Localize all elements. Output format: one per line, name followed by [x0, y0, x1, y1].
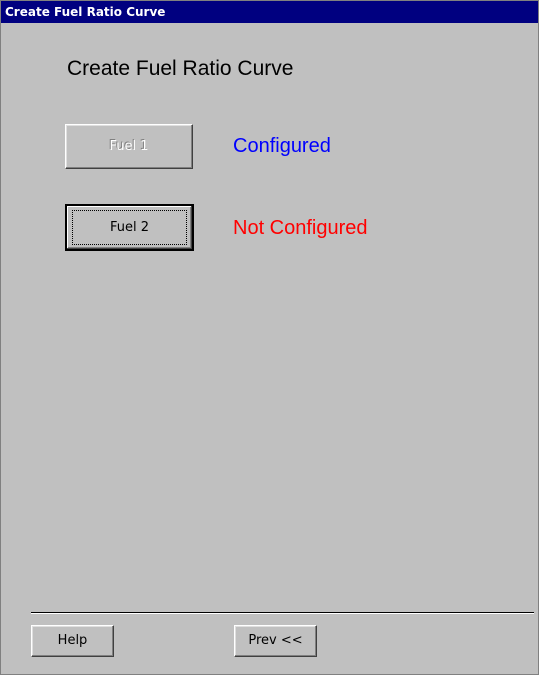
- fuel-2-status: Not Configured: [233, 217, 368, 239]
- fuel-1-button[interactable]: Fuel 1: [65, 124, 193, 169]
- dialog-window: Create Fuel Ratio Curve Create Fuel Rati…: [0, 0, 539, 675]
- dialog-body: Create Fuel Ratio Curve Fuel 1 Configure…: [1, 23, 538, 674]
- fuel-2-button[interactable]: Fuel 2: [65, 204, 194, 251]
- page-title: Create Fuel Ratio Curve: [67, 57, 294, 80]
- window-title: Create Fuel Ratio Curve: [1, 1, 538, 23]
- fuel-2-button-label: Fuel 2: [109, 220, 150, 235]
- fuel-1-status: Configured: [233, 135, 331, 157]
- footer-divider: [31, 612, 534, 614]
- fuel-1-button-label: Fuel 1: [109, 139, 149, 154]
- help-button[interactable]: Help: [31, 625, 114, 657]
- prev-button[interactable]: Prev <<: [234, 625, 317, 657]
